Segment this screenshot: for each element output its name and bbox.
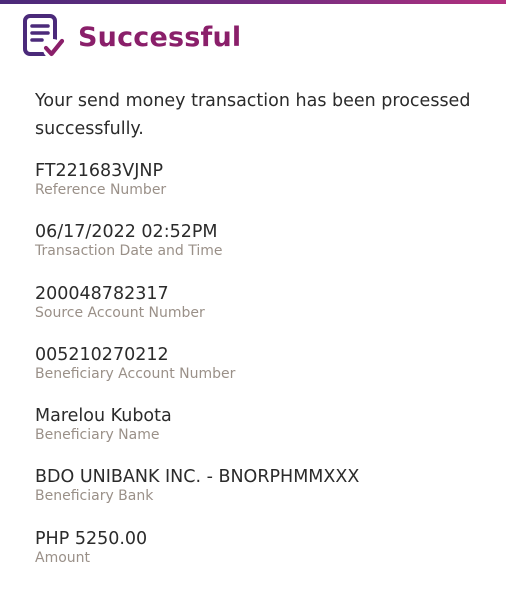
beneficiary-account-field: 005210270212 Beneficiary Account Number [35, 344, 495, 405]
amount-value: PHP 5250.00 [35, 528, 148, 549]
transaction-datetime-value: 06/17/2022 02:52PM [35, 222, 218, 243]
reference-number-field: FT221683VJNP Reference Number [35, 160, 495, 221]
success-message: Your send money transaction has been pro… [35, 91, 471, 139]
reference-number-label: Reference Number [35, 182, 167, 198]
page-title: Successful [78, 21, 242, 53]
beneficiary-bank-value: BDO UNIBANK INC. - BNORPHMMXXX [35, 467, 360, 488]
source-account-field: 200048782317 Source Account Number [35, 283, 495, 344]
success-header: Successful [22, 13, 241, 61]
beneficiary-account-label: Beneficiary Account Number [35, 365, 236, 382]
source-account-value: 200048782317 [35, 283, 169, 304]
beneficiary-bank-label: Beneficiary Bank [35, 488, 154, 505]
reference-number-value: FT221683VJNP [35, 161, 164, 181]
beneficiary-name-label: Beneficiary Name [35, 427, 160, 444]
amount-field: PHP 5250.00 Amount [35, 528, 495, 589]
transaction-datetime-label: Transaction Date and Time [35, 243, 223, 260]
top-accent-bar [0, 0, 506, 4]
beneficiary-account-value: 005210270212 [35, 344, 169, 365]
beneficiary-bank-field: BDO UNIBANK INC. - BNORPHMMXXX Beneficia… [35, 466, 495, 527]
amount-label: Amount [35, 549, 91, 566]
transaction-datetime-field: 06/17/2022 02:52PM Transaction Date and … [35, 221, 495, 282]
beneficiary-name-field: Marelou Kubota Beneficiary Name [35, 405, 495, 466]
source-account-label: Source Account Number [35, 304, 205, 321]
document-check-icon [23, 14, 65, 59]
beneficiary-name-value: Marelou Kubota [35, 406, 172, 427]
transaction-details: FT221683VJNP Reference Number 06/17/2022… [35, 160, 495, 589]
